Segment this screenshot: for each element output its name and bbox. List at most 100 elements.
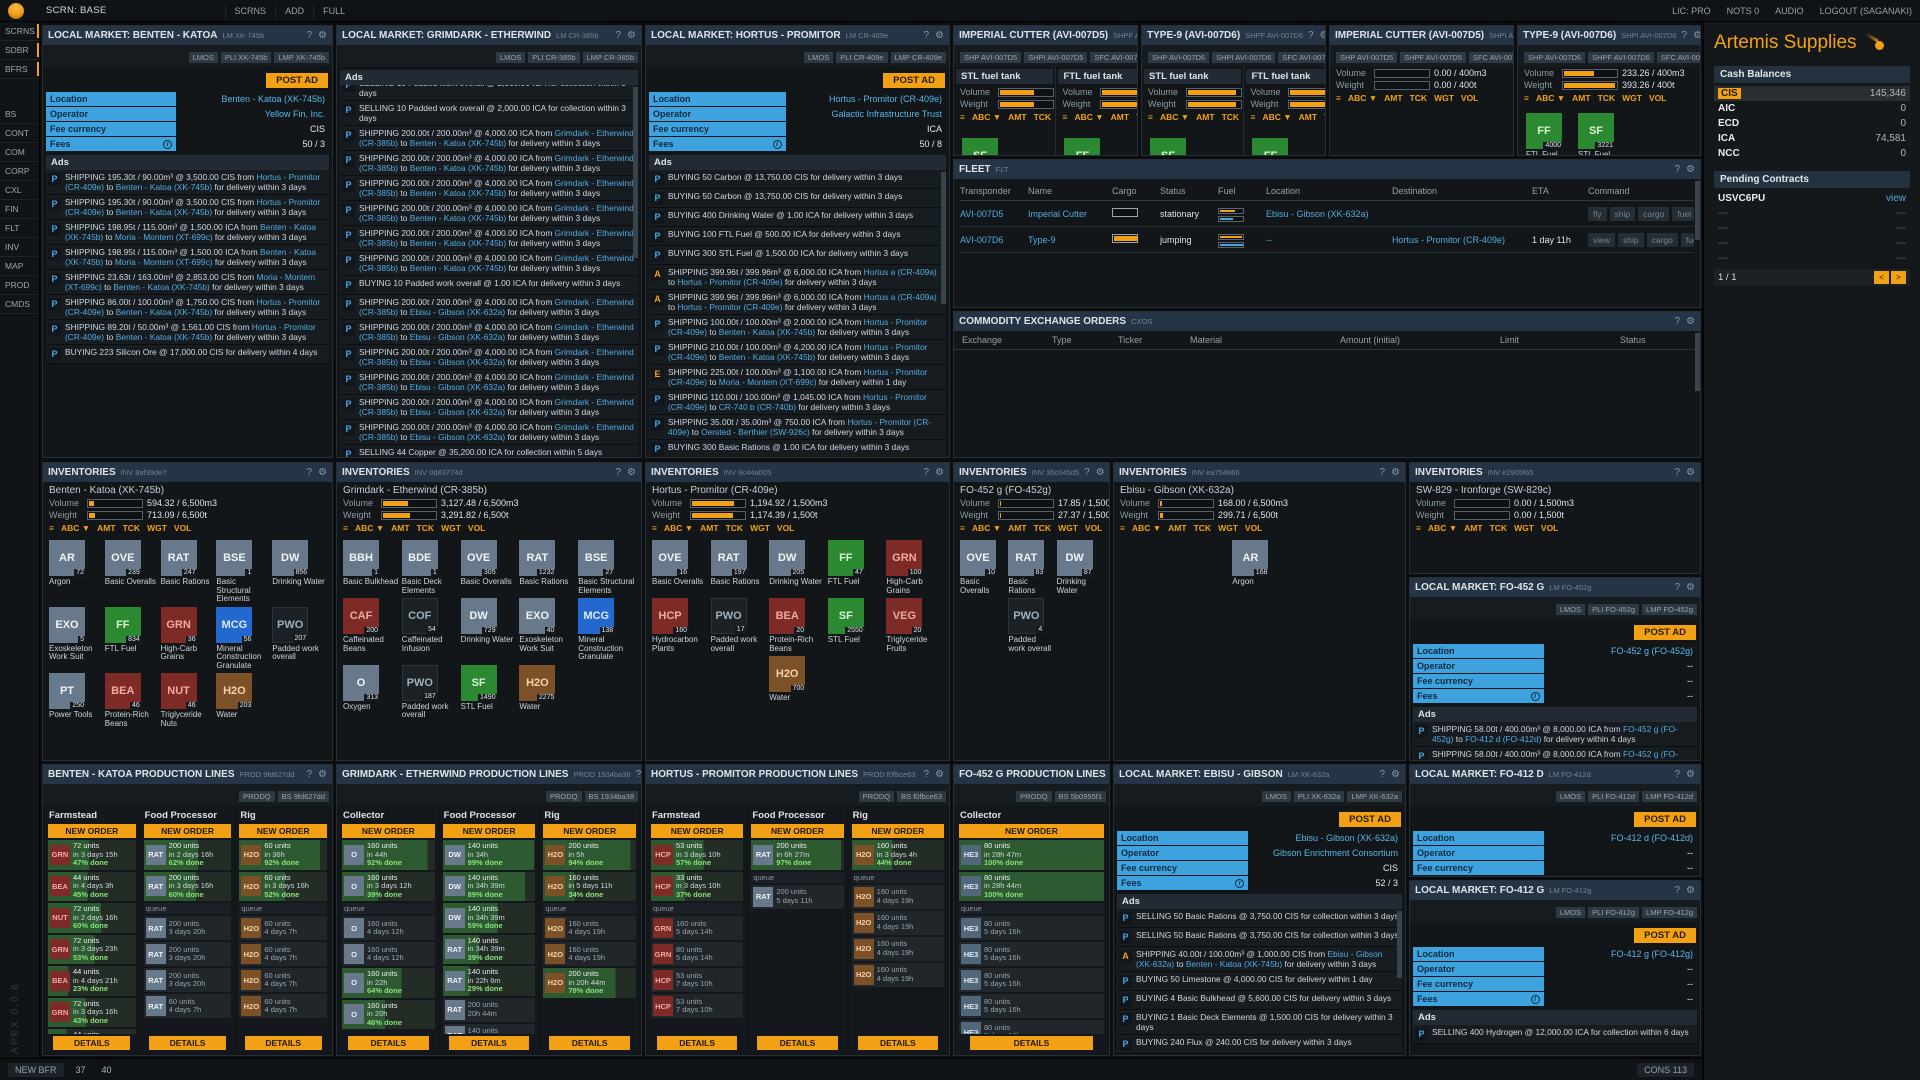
location-link[interactable]: FO-412 d (FO-412d) (1465, 734, 1541, 744)
details-button[interactable]: DETAILS (53, 1036, 130, 1050)
location-link[interactable]: Benten - Katoa (XK-745b) (410, 138, 506, 148)
sort-tck[interactable]: TCK (1222, 112, 1239, 122)
gear-icon[interactable]: ⚙ (1686, 885, 1695, 896)
inventory-item-h2o[interactable]: H2O700Water (769, 656, 826, 703)
gear-icon[interactable]: ⚙ (318, 769, 327, 780)
tab-bs-f0fbce63[interactable]: BS f0fbce63 (897, 791, 946, 802)
sidebar-item-sdbr[interactable]: SDBR (0, 41, 39, 60)
inventory-item-bea[interactable]: BEA46Protein-Rich Beans (105, 673, 159, 728)
location-link[interactable]: Benten - Katoa (XK-745b) (410, 163, 506, 173)
location-link[interactable]: Hortus a (CR-409a) (864, 267, 937, 277)
gear-icon[interactable]: ⚙ (1096, 467, 1105, 478)
inventory-item-ove[interactable]: OVE305Basic Overalls (461, 540, 518, 595)
inventory-item-sf[interactable]: SF2550STL Fuel (828, 598, 885, 653)
sidebar-item-prod[interactable]: PROD (0, 276, 39, 295)
sort-abc[interactable]: ABC ▼ (1348, 93, 1377, 103)
destination-link[interactable]: Hortus - Promitor (CR-409e) (1392, 235, 1532, 245)
inventory-item-bbh[interactable]: BBH1Basic Bulkhead (343, 540, 400, 595)
sort-tck[interactable]: TCK (417, 523, 434, 533)
new-order-button[interactable]: NEW ORDER (959, 824, 1104, 838)
list-icon[interactable]: ≡ (960, 523, 965, 533)
gear-icon[interactable]: ⚙ (627, 467, 636, 478)
prev-page-button[interactable]: < (1874, 271, 1889, 284)
location-link[interactable]: Benten - Katoa (XK-745b) (719, 327, 815, 337)
sort-tck[interactable]: TCK (123, 523, 140, 533)
sort-amt[interactable]: AMT (1111, 112, 1129, 122)
help-icon[interactable]: ? (923, 467, 929, 478)
new-bfr-button[interactable]: NEW BFR (8, 1063, 64, 1077)
contract-view-link[interactable]: view (1886, 193, 1906, 204)
tab-prodq[interactable]: PRODQ (1016, 791, 1052, 802)
tab-bs-5b0955f1[interactable]: BS 5b0955f1 (1055, 791, 1106, 802)
list-icon[interactable]: ≡ (1120, 523, 1125, 533)
sort-amt[interactable]: AMT (391, 523, 409, 533)
tab-pli-fo-412d[interactable]: PLI FO-412d (1588, 791, 1639, 802)
inventory-item-grn[interactable]: GRN36High-Carb Grains (161, 607, 215, 671)
help-icon[interactable]: ? (1379, 467, 1385, 478)
scrollbar-thumb[interactable] (633, 87, 638, 258)
gear-icon[interactable]: ⚙ (318, 30, 327, 41)
inventory-item-ff[interactable]: FF47FTL Fuel (828, 540, 885, 595)
sort-abc[interactable]: ABC ▼ (1074, 112, 1103, 122)
apex-logo-icon[interactable] (8, 3, 24, 19)
sort-wgt[interactable]: WGT (1434, 93, 1454, 103)
post-ad-button[interactable]: POST AD (266, 73, 328, 88)
location-link[interactable]: Ebisu - Gibson (XK-632a) (1266, 209, 1392, 219)
list-icon[interactable]: ≡ (1148, 112, 1153, 122)
details-button[interactable]: DETAILS (970, 1036, 1094, 1050)
inventory-item-sf[interactable]: SF1490STL Fuel (461, 665, 518, 720)
info-icon[interactable]: i (163, 140, 172, 149)
sort-tck[interactable]: TCK (1034, 112, 1051, 122)
location-link[interactable]: Benten - Katoa (XK-745b) (116, 207, 212, 217)
scrollbar-thumb[interactable] (1695, 333, 1700, 391)
location-link[interactable]: Ebisu - Gibson (XK-632a) (410, 407, 505, 417)
tab-shpi-avi-007d6[interactable]: SHPI AVI-007D6 (1212, 52, 1275, 63)
sort-vol[interactable]: VOL (1245, 523, 1262, 533)
tab-sfc-avi-007d5[interactable]: SFC AVI-007D5 (1469, 52, 1513, 63)
inventory-item-ove[interactable]: OVE239Basic Overalls (105, 540, 159, 604)
location-link[interactable]: Benten - Katoa (XK-745b) (410, 188, 506, 198)
gear-icon[interactable]: ⚙ (935, 769, 944, 780)
sort-wgt[interactable]: WGT (1622, 93, 1642, 103)
location-link[interactable]: Ebisu - Gibson (XK-632a) (410, 307, 505, 317)
sort-wgt[interactable]: WGT (750, 523, 770, 533)
sort-amt[interactable]: AMT (1008, 112, 1026, 122)
ship-name-link[interactable]: Type-9 (1028, 235, 1112, 245)
sidebar-item-bfrs[interactable]: BFRS (0, 60, 39, 79)
gear-icon[interactable]: ⚙ (935, 30, 944, 41)
inventory-item-pwo[interactable]: PWO17Padded work overall (711, 598, 768, 653)
inventory-item-bse[interactable]: BSE27Basic Structural Elements (578, 540, 635, 595)
command-ship-button[interactable]: ship (1618, 233, 1644, 247)
tab-pli-fo-452g[interactable]: PLI FO-452g (1588, 604, 1639, 615)
help-icon[interactable]: ? (306, 30, 312, 41)
fuel-item-sf[interactable]: SF (1150, 138, 1186, 155)
command-cargo-button[interactable]: cargo (1638, 207, 1669, 221)
sort-amt[interactable]: AMT (1384, 93, 1402, 103)
inventory-item-rat[interactable]: RAT1232Basic Rations (519, 540, 576, 595)
sidebar-item-flt[interactable]: FLT (0, 219, 39, 238)
details-button[interactable]: DETAILS (858, 1036, 939, 1050)
details-button[interactable]: DETAILS (549, 1036, 630, 1050)
topbar-button-add[interactable]: ADD (275, 3, 313, 19)
command-fuel-button[interactable]: fuel (1672, 207, 1694, 221)
sort-abc[interactable]: ABC ▼ (972, 112, 1001, 122)
tab-lmp-fo-452g[interactable]: LMP FO-452g (1642, 604, 1697, 615)
sort-tck[interactable]: TCK (1136, 112, 1137, 122)
inventory-item-nut[interactable]: NUT46Triglyceride Nuts (161, 673, 215, 728)
sort-abc[interactable]: ABC ▼ (972, 523, 1001, 533)
inventory-item-h2o[interactable]: H2O203Water (216, 673, 270, 728)
inventory-item-mcg[interactable]: MCG138Mineral Construction Granulate (578, 598, 635, 662)
location-link[interactable]: Benten - Katoa (XK-745b) (410, 238, 506, 248)
gear-icon[interactable]: ⚙ (1686, 582, 1695, 593)
inventory-item-rat[interactable]: RAT247Basic Rations (161, 540, 215, 604)
help-icon[interactable]: ? (1674, 164, 1680, 175)
tab-lmp-xk-745b[interactable]: LMP XK-745b (274, 52, 329, 63)
sort-abc[interactable]: ABC ▼ (61, 523, 90, 533)
inventory-item-ff[interactable]: FF834FTL Fuel (105, 607, 159, 671)
tab-shp-avi-007d5[interactable]: SHP AVI-007D5 (960, 52, 1021, 63)
scrollbar-thumb[interactable] (1695, 181, 1700, 240)
sidebar-item-bs[interactable]: BS (0, 105, 39, 124)
help-icon[interactable]: ? (1379, 769, 1385, 780)
sort-wgt[interactable]: WGT (1218, 523, 1238, 533)
post-ad-button[interactable]: POST AD (1634, 625, 1696, 640)
